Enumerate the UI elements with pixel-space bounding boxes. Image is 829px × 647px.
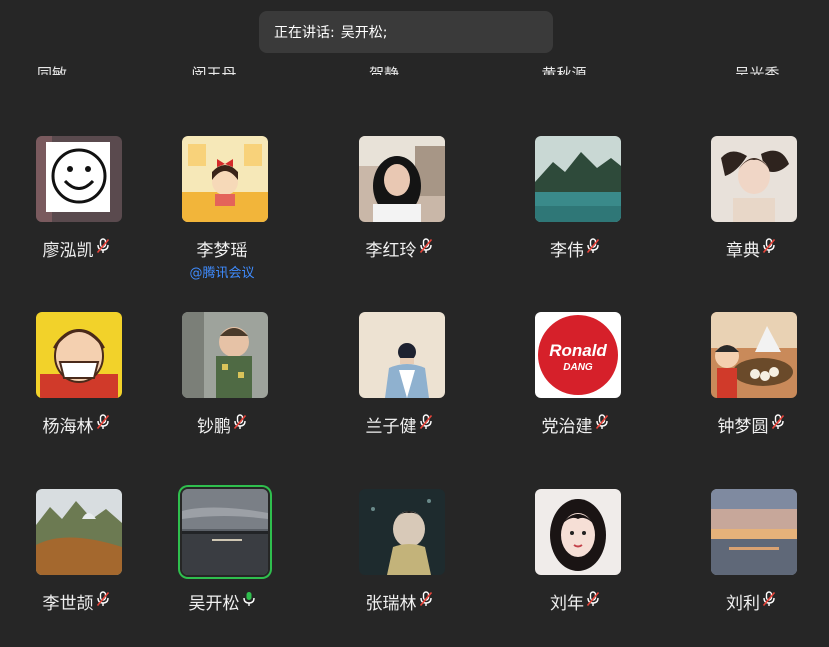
svg-text:DANG: DANG <box>563 362 593 373</box>
participant-name: 廖泓凯 <box>42 241 94 261</box>
mic-muted-icon <box>586 591 600 612</box>
meeting-app-label: @腾讯会议 <box>189 266 255 281</box>
participant-tile[interactable]: 钟梦圆 <box>668 312 829 442</box>
participant-name-row: 杨海林 <box>0 412 159 437</box>
participant-name-row: 李世颉 <box>0 589 159 614</box>
cartoon-girl-avatar[interactable] <box>182 136 268 222</box>
participant-name: 张瑞林 <box>365 594 417 614</box>
cartoon-mask-man-avatar[interactable] <box>36 312 122 398</box>
participant-name-row: 廖泓凯 <box>0 236 159 261</box>
participant-name: 李伟 <box>550 241 584 261</box>
participant-tile[interactable]: 李世颉 <box>0 489 159 619</box>
participant-name-row: 钟梦圆 <box>668 412 829 437</box>
svg-text:Ronald: Ronald <box>549 341 607 360</box>
participant-tile[interactable]: 吴开松 <box>139 489 305 619</box>
participant-name: 吴开松 <box>188 594 240 614</box>
participant-name: 钟梦圆 <box>717 417 769 437</box>
participant-tile[interactable]: 杨海林 <box>0 312 159 442</box>
participant-name: 同敏 <box>36 65 67 81</box>
participant-name-row: 李伟 <box>492 236 658 261</box>
participant-tile[interactable]: 章典 <box>668 136 829 266</box>
sunset-sea-avatar[interactable] <box>711 489 797 575</box>
participant-name-row: 钞鹏 <box>139 412 305 437</box>
participant-tile[interactable]: 刘年 <box>492 489 658 619</box>
mic-muted-icon <box>96 591 110 612</box>
mic-muted-icon <box>762 238 776 259</box>
participant-name-row: 章典 <box>668 236 829 261</box>
participant-name: 杨海林 <box>42 417 94 437</box>
mic-muted-icon <box>96 414 110 435</box>
baby-photo-avatar[interactable] <box>182 312 268 398</box>
participant-tile[interactable]: 廖泓凯 <box>0 136 159 266</box>
mic-muted-icon <box>419 591 433 612</box>
participant-name: 闵玉丹 <box>191 65 237 81</box>
participant-name-row: 张瑞林 <box>316 589 482 614</box>
girl-selfie-avatar[interactable] <box>535 489 621 575</box>
anime-boy-avatar[interactable] <box>359 489 445 575</box>
participant-name-row: 刘利 <box>668 589 829 614</box>
participant-name: 党治建 <box>541 417 593 437</box>
participant-name: 李梦瑶 <box>196 241 248 261</box>
participant-name-row: 刘年 <box>492 589 658 614</box>
participant-tile[interactable]: 刘利 <box>668 489 829 619</box>
participant-name: 刘年 <box>550 594 584 614</box>
mic-speaking-icon <box>242 591 256 612</box>
participant-name: 兰子健 <box>365 417 417 437</box>
participant-name: 章典 <box>726 241 760 261</box>
participant-tile[interactable]: Ronald DANG 党治建 <box>492 312 658 442</box>
mic-muted-icon <box>233 414 247 435</box>
participant-name-row: 李红玲 <box>316 236 482 261</box>
speaking-banner: 正在讲话: 吴开松; <box>259 11 553 53</box>
woman-lying-avatar[interactable] <box>711 136 797 222</box>
mic-muted-icon <box>771 414 785 435</box>
participant-name: 刘利 <box>726 594 760 614</box>
speaking-names: 吴开松; <box>340 25 388 41</box>
participant-tile[interactable]: 兰子健 <box>316 312 482 442</box>
participant-tile[interactable]: 李伟 <box>492 136 658 266</box>
woman-portrait-avatar[interactable] <box>359 136 445 222</box>
participant-tile[interactable]: 张瑞林 <box>316 489 482 619</box>
speaking-label: 正在讲话: <box>274 25 335 41</box>
participant-name: 贺静 <box>368 65 399 81</box>
participant-name-row: 李梦瑶 <box>139 236 305 261</box>
sunset-lake-avatar[interactable] <box>182 489 268 575</box>
ronald-dang-logo-avatar[interactable]: Ronald DANG <box>535 312 621 398</box>
hillside-landscape-avatar[interactable] <box>36 489 122 575</box>
participant-name: 李红玲 <box>365 241 417 261</box>
participant-name: 吴光秀 <box>734 65 780 81</box>
mic-muted-icon <box>762 591 776 612</box>
mic-muted-icon <box>595 414 609 435</box>
participant-tile[interactable]: 李红玲 <box>316 136 482 266</box>
participant-tile[interactable]: 钞鹏 <box>139 312 305 442</box>
participant-tile[interactable]: 李梦瑶 @腾讯会议 <box>139 136 305 281</box>
cartoon-kid-dumplings-avatar[interactable] <box>711 312 797 398</box>
participant-name-row: 吴开松 <box>139 589 305 614</box>
mic-muted-icon <box>96 238 110 259</box>
mic-muted-icon <box>419 414 433 435</box>
mic-muted-icon <box>419 238 433 259</box>
participant-name: 钞鹏 <box>197 417 231 437</box>
mountain-lake-avatar[interactable] <box>535 136 621 222</box>
participant-name: 李世颉 <box>42 594 94 614</box>
smiley-face-avatar[interactable] <box>36 136 122 222</box>
illustrated-boy-avatar[interactable] <box>359 312 445 398</box>
participant-name-row: 党治建 <box>492 412 658 437</box>
mic-muted-icon <box>586 238 600 259</box>
participant-name-row: 兰子健 <box>316 412 482 437</box>
participant-name: 黄秋源 <box>541 65 587 81</box>
